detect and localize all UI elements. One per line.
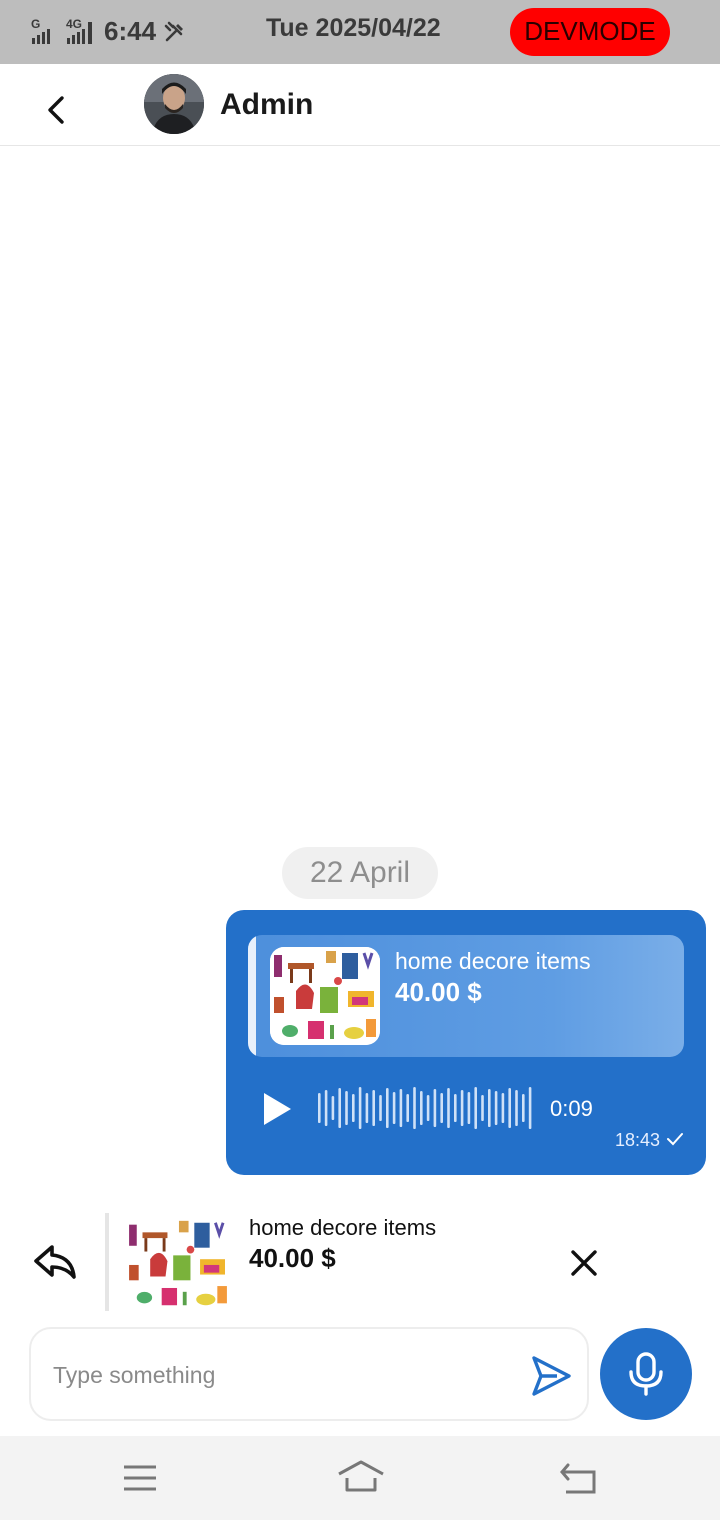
chat-header: Admin [0, 64, 720, 146]
waveform-bar [420, 1091, 423, 1125]
reply-product-name: home decore items [249, 1215, 437, 1240]
product-name: home decore items [395, 948, 591, 974]
close-icon[interactable] [568, 1247, 600, 1279]
chat-screen: G 4G 6:44 Tue 2025/04/22 DEVMODE Admin 2… [0, 0, 720, 1520]
reply-icon [34, 1245, 76, 1279]
waveform-bar [460, 1090, 464, 1126]
waveform-bar [338, 1088, 341, 1128]
waveform-bar [318, 1093, 321, 1123]
quoted-product-card[interactable]: home decore items 40.00 $ [248, 935, 684, 1057]
waveform-bar [440, 1093, 443, 1123]
audio-waveform[interactable] [316, 1086, 536, 1130]
waveform-bar [481, 1095, 484, 1121]
mic-button[interactable] [600, 1328, 692, 1420]
waveform-bar [474, 1087, 477, 1129]
waveform-bar [358, 1087, 362, 1129]
waveform-bar [399, 1089, 403, 1127]
product-thumbnail [270, 947, 380, 1045]
quote-stripe [248, 935, 256, 1057]
mic-icon [629, 1352, 663, 1396]
waveform-bar [426, 1095, 430, 1121]
status-bar: G 4G 6:44 Tue 2025/04/22 DEVMODE [0, 0, 720, 64]
message-time: 18:43 [615, 1130, 661, 1150]
product-price: 40.00 $ [395, 977, 482, 1007]
avatar-photo [144, 74, 204, 134]
waveform-bar [372, 1090, 375, 1126]
waveform-bar [508, 1088, 511, 1128]
message-input-box [29, 1327, 589, 1421]
menu-icon[interactable] [122, 1458, 158, 1498]
voice-message-bubble[interactable]: home decore items 40.00 $ 0:09 18:43 [226, 910, 706, 1175]
waveform-bar [392, 1092, 396, 1124]
waveform-bar [522, 1094, 525, 1122]
reply-product-price: 40.00 $ [249, 1243, 336, 1273]
waveform-bar [379, 1095, 382, 1121]
waveform-bar [433, 1089, 437, 1127]
waveform-bar [331, 1096, 335, 1120]
waveform-bar [515, 1090, 518, 1126]
waveform-bar [467, 1092, 471, 1124]
contact-name[interactable]: Admin [220, 88, 313, 122]
waveform-bar [528, 1087, 532, 1129]
svg-text:G: G [31, 17, 40, 31]
home-icon[interactable] [336, 1458, 386, 1498]
devmode-badge: DEVMODE [510, 8, 670, 56]
play-icon[interactable] [262, 1092, 292, 1126]
avatar[interactable] [144, 74, 204, 134]
send-icon[interactable] [529, 1354, 573, 1398]
waveform-bar [365, 1093, 369, 1123]
date-separator: 22 April [282, 847, 438, 899]
waveform-bar [352, 1094, 355, 1122]
status-time: 6:44 [104, 16, 157, 46]
waveform-bar [494, 1091, 498, 1125]
back-icon[interactable] [558, 1458, 600, 1498]
waveform-bar [454, 1094, 457, 1122]
system-nav-bar [0, 1436, 720, 1520]
waveform-bar [386, 1088, 389, 1128]
waveform-bar [413, 1087, 416, 1129]
waveform-bar [501, 1093, 505, 1123]
svg-text:4G: 4G [66, 17, 82, 31]
waveform-bar [488, 1089, 491, 1127]
reply-stripe [105, 1213, 109, 1311]
voice-duration: 0:09 [550, 1096, 593, 1121]
message-input[interactable] [53, 1355, 523, 1395]
check-icon [667, 1133, 683, 1146]
waveform-bar [324, 1090, 328, 1126]
reply-product-thumbnail [122, 1217, 234, 1311]
waveform-bar [406, 1094, 409, 1122]
reply-preview: home decore items 40.00 $ [0, 1205, 720, 1320]
status-date: Tue 2025/04/22 [266, 14, 441, 42]
waveform-bar [447, 1088, 450, 1128]
waveform-bar [345, 1091, 348, 1125]
signal-icon: G 4G [31, 17, 92, 44]
back-button[interactable] [36, 90, 76, 130]
tools-icon [164, 21, 183, 42]
